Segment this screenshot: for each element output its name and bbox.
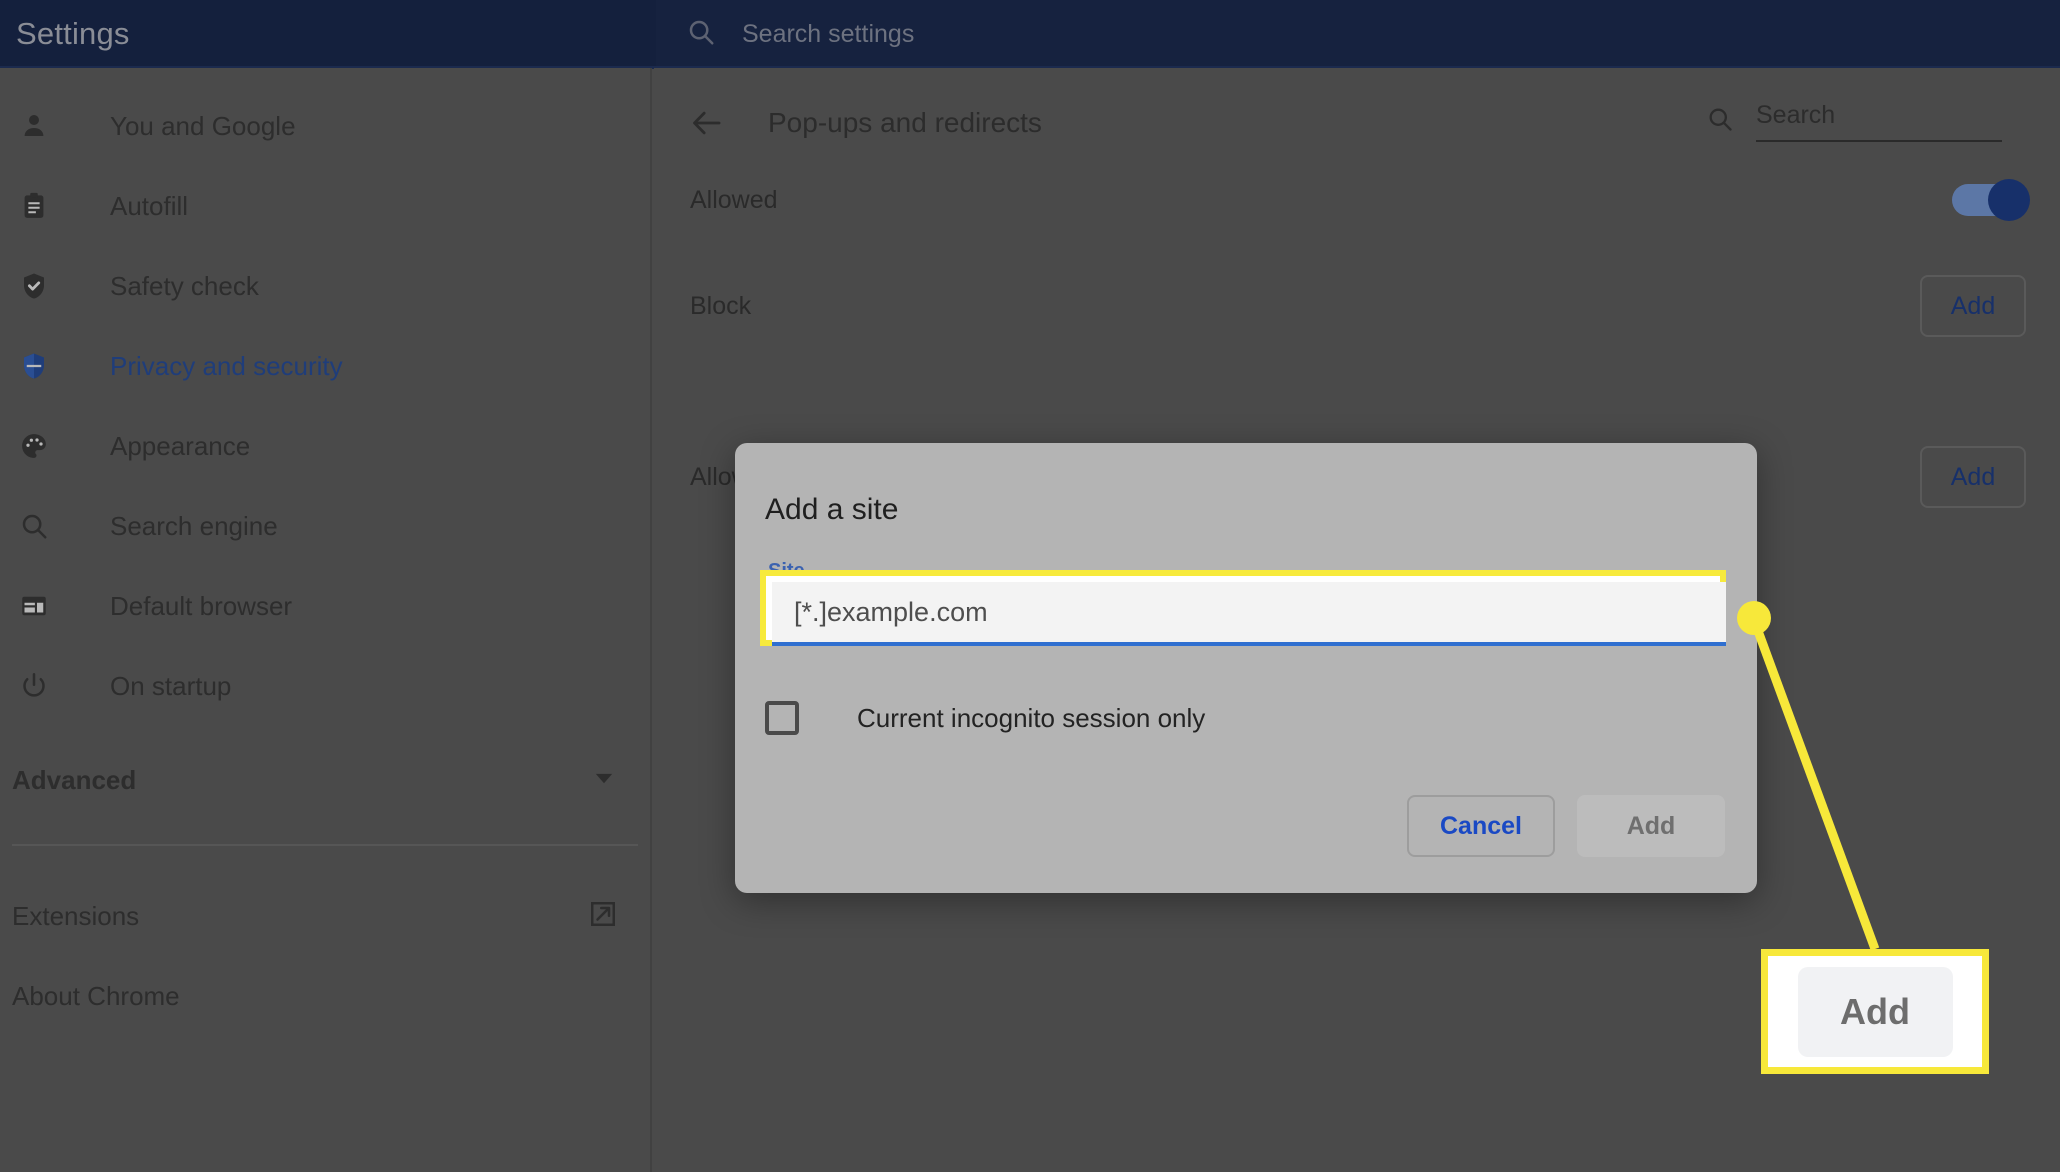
add-a-site-dialog: Add a site Site [*.]example.com Current … <box>735 443 1757 893</box>
sidebar-item-label: You and Google <box>110 110 296 141</box>
sidebar: You and Google Autofill Safety check Pri… <box>0 68 652 1172</box>
sidebar-item-label: Extensions <box>12 900 140 931</box>
section-block: Block Add <box>690 275 2026 337</box>
browser-window-icon <box>12 591 56 621</box>
person-icon <box>12 111 56 141</box>
app-header: Settings Search settings <box>0 0 2060 68</box>
sidebar-item-extensions[interactable]: Extensions <box>0 876 650 956</box>
dialog-title: Add a site <box>765 493 899 526</box>
search-input[interactable]: Search <box>1756 101 2002 142</box>
site-input[interactable]: [*.]example.com <box>772 582 1726 646</box>
sidebar-item-on-startup[interactable]: On startup <box>0 646 650 726</box>
toggle-knob <box>1988 179 2030 221</box>
add-button[interactable]: Add <box>1577 795 1725 857</box>
global-search-placeholder: Search settings <box>742 19 915 48</box>
sidebar-item-privacy-and-security[interactable]: Privacy and security <box>0 326 650 406</box>
shield-check-icon <box>12 271 56 301</box>
shield-icon <box>12 351 56 381</box>
global-search-bar[interactable]: Search settings <box>656 0 2060 68</box>
incognito-checkbox[interactable] <box>765 701 799 735</box>
annotation-callout: Add <box>1761 949 1989 1074</box>
sidebar-item-label: On startup <box>110 670 232 701</box>
allowed-toggle[interactable] <box>1952 179 2030 221</box>
sidebar-item-label: Default browser <box>110 590 293 621</box>
arrow-left-icon[interactable] <box>690 106 724 140</box>
palette-icon <box>12 431 56 461</box>
cancel-button[interactable]: Cancel <box>1407 795 1555 857</box>
search-placeholder: Search <box>1756 100 1836 129</box>
section-allowed: Allowed <box>690 179 2030 221</box>
sidebar-advanced-label: Advanced <box>12 764 137 795</box>
incognito-checkbox-label: Current incognito session only <box>857 702 1206 733</box>
app-title: Settings <box>16 16 130 51</box>
add-button-block[interactable]: Add <box>1920 275 2026 337</box>
add-button-allowed[interactable]: Add <box>1920 446 2026 508</box>
clipboard-icon <box>12 191 56 221</box>
chevron-down-icon <box>590 764 618 797</box>
sidebar-item-label: About Chrome <box>12 980 180 1011</box>
callout-add-button[interactable]: Add <box>1797 966 1953 1057</box>
dialog-actions: Cancel Add <box>1407 795 1725 857</box>
incognito-checkbox-row[interactable]: Current incognito session only <box>765 701 1205 735</box>
annotation-dot <box>1737 601 1771 635</box>
site-input-highlight: [*.]example.com <box>760 570 1726 646</box>
sidebar-item-label: Safety check <box>110 270 259 301</box>
sidebar-item-default-browser[interactable]: Default browser <box>0 566 650 646</box>
site-input-value: [*.]example.com <box>794 596 988 627</box>
sidebar-item-search-engine[interactable]: Search engine <box>0 486 650 566</box>
content-search[interactable]: Search <box>1706 101 2002 146</box>
sidebar-item-you-and-google[interactable]: You and Google <box>0 86 650 166</box>
page-title: Pop-ups and redirects <box>768 107 1042 138</box>
sidebar-item-autofill[interactable]: Autofill <box>0 166 650 246</box>
sidebar-item-about-chrome[interactable]: About Chrome <box>0 956 650 1036</box>
section-label: Allowed <box>690 185 778 214</box>
power-icon <box>12 671 56 701</box>
sidebar-item-safety-check[interactable]: Safety check <box>0 246 650 326</box>
search-icon <box>12 511 56 541</box>
page-header: Pop-ups and redirects Search <box>654 68 2060 178</box>
sidebar-divider <box>12 844 638 846</box>
external-link-icon <box>588 899 618 934</box>
sidebar-item-label: Appearance <box>110 430 251 461</box>
sidebar-item-label: Autofill <box>110 190 189 221</box>
search-icon <box>686 17 716 52</box>
sidebar-item-label: Privacy and security <box>110 350 343 381</box>
sidebar-advanced-toggle[interactable]: Advanced <box>0 740 650 820</box>
sidebar-item-label: Search engine <box>110 510 278 541</box>
section-label: Block <box>690 291 752 320</box>
sidebar-item-appearance[interactable]: Appearance <box>0 406 650 486</box>
search-icon <box>1706 105 1734 138</box>
